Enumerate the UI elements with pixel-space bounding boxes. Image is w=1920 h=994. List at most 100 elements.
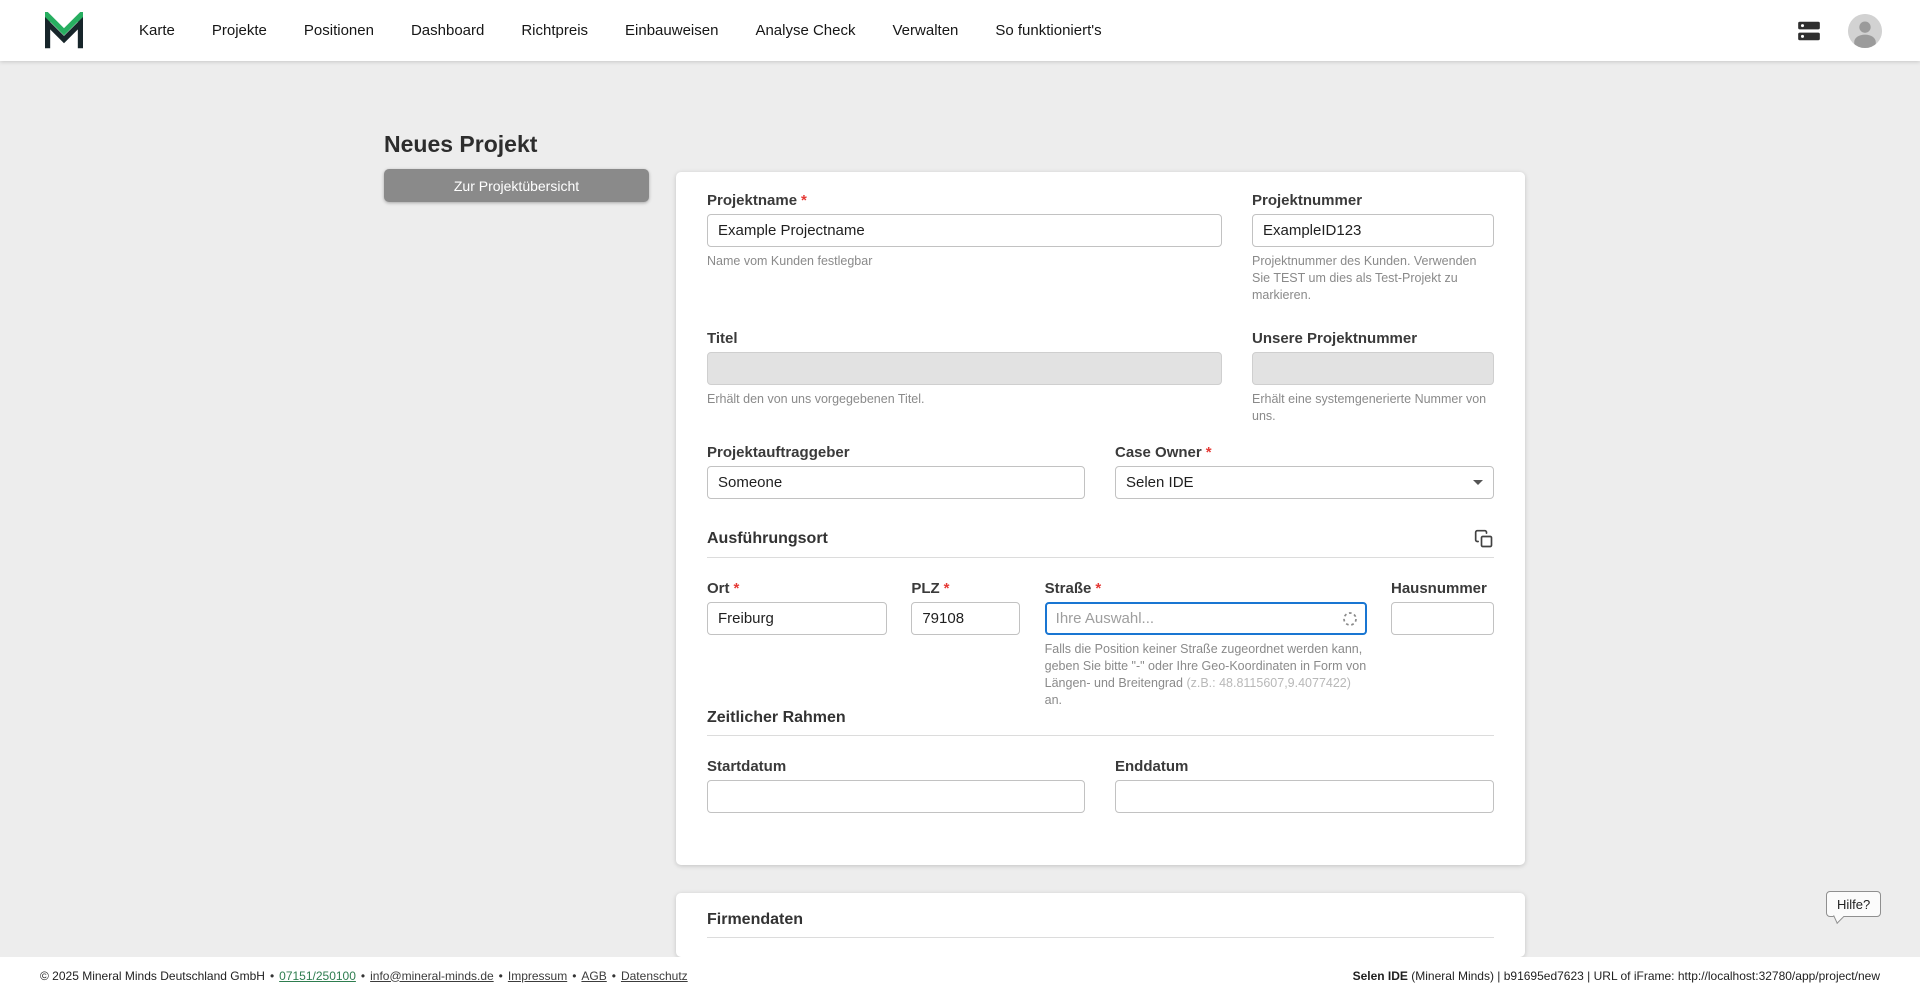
firmendaten-card: Firmendaten	[676, 893, 1525, 957]
nav-item-richtpreis[interactable]: Richtpreis	[521, 22, 588, 39]
strasse-helper: Falls die Position keiner Straße zugeord…	[1045, 641, 1367, 709]
projektname-input[interactable]	[707, 214, 1222, 247]
unsere-projektnummer-helper: Erhält eine systemgenerierte Nummer von …	[1252, 391, 1494, 425]
form-row: Projektauftraggeber Case Owner* Selen ID…	[707, 444, 1494, 499]
plz-field: PLZ*	[911, 580, 1020, 635]
titel-field: Titel Erhält den von uns vorgegebenen Ti…	[707, 330, 1222, 408]
case-owner-select[interactable]: Selen IDE	[1115, 466, 1494, 499]
projektauftraggeber-label: Projektauftraggeber	[707, 444, 1085, 461]
plz-label: PLZ*	[911, 580, 1020, 597]
mineral-minds-logo[interactable]	[45, 12, 83, 50]
projektname-helper: Name vom Kunden festlegbar	[707, 253, 1222, 270]
divider	[707, 937, 1494, 938]
project-overview-button[interactable]: Zur Projektübersicht	[384, 169, 649, 202]
ort-input[interactable]	[707, 602, 887, 635]
footer-separator: •	[499, 969, 503, 983]
required-asterisk: *	[1095, 580, 1101, 597]
case-owner-value: Selen IDE	[1126, 474, 1194, 491]
top-navbar: Karte Projekte Positionen Dashboard Rich…	[0, 0, 1920, 61]
copyright-text: © 2025 Mineral Minds Deutschland GmbH	[40, 969, 265, 983]
ort-label: Ort*	[707, 580, 887, 597]
unsere-projektnummer-input	[1252, 352, 1494, 385]
form-row: Projektname* Name vom Kunden festlegbar …	[707, 192, 1494, 304]
footer-link-datenschutz[interactable]: Datenschutz	[621, 969, 688, 983]
enddatum-field: Enddatum	[1115, 758, 1494, 813]
projektnummer-input[interactable]	[1252, 214, 1494, 247]
projektname-label: Projektname*	[707, 192, 1222, 209]
help-button[interactable]: Hilfe?	[1826, 891, 1881, 917]
strasse-input[interactable]	[1045, 602, 1367, 635]
section-firmendaten-title: Firmendaten	[707, 911, 1494, 929]
section-zeitlicher-rahmen-title: Zeitlicher Rahmen	[707, 709, 846, 727]
footer-link-email[interactable]: info@mineral-minds.de	[370, 969, 494, 983]
nav-item-dashboard[interactable]: Dashboard	[411, 22, 484, 39]
form-row: Ort* PLZ* Straße* Falls die Position kei…	[707, 580, 1494, 709]
footer: © 2025 Mineral Minds Deutschland GmbH • …	[0, 957, 1920, 994]
projektauftraggeber-input[interactable]	[707, 466, 1085, 499]
ort-field: Ort*	[707, 580, 887, 635]
strasse-helper-example: (z.B.: 48.8115607,9.4077422)	[1186, 676, 1350, 690]
strasse-input-wrap	[1045, 602, 1367, 635]
startdatum-field: Startdatum	[707, 758, 1085, 813]
section-ausfuehrungsort-header: Ausführungsort	[707, 529, 1494, 549]
startdatum-label: Startdatum	[707, 758, 1085, 775]
strasse-label: Straße*	[1045, 580, 1367, 597]
plz-input[interactable]	[911, 602, 1020, 635]
form-row: Titel Erhält den von uns vorgegebenen Ti…	[707, 330, 1494, 425]
enddatum-input[interactable]	[1115, 780, 1494, 813]
projektname-field: Projektname* Name vom Kunden festlegbar	[707, 192, 1222, 270]
footer-link-phone[interactable]: 07151/250100	[279, 969, 356, 983]
divider	[707, 557, 1494, 558]
loading-spinner-icon	[1342, 611, 1358, 627]
startdatum-input[interactable]	[707, 780, 1085, 813]
nav-item-so-funktionierts[interactable]: So funktioniert's	[995, 22, 1101, 39]
enddatum-label: Enddatum	[1115, 758, 1494, 775]
strasse-field: Straße* Falls die Position keiner Straße…	[1045, 580, 1367, 709]
footer-session-info: Selen IDE (Mineral Minds) | b91695ed7623…	[1353, 969, 1880, 983]
section-zeitlicher-rahmen-header: Zeitlicher Rahmen	[707, 709, 1494, 727]
footer-separator: •	[361, 969, 365, 983]
hausnummer-field: Hausnummer	[1391, 580, 1494, 635]
chevron-down-icon	[1473, 480, 1483, 485]
titel-input	[707, 352, 1222, 385]
projektauftraggeber-field: Projektauftraggeber	[707, 444, 1085, 499]
divider	[707, 735, 1494, 736]
case-owner-field: Case Owner* Selen IDE	[1115, 444, 1494, 499]
footer-link-agb[interactable]: AGB	[581, 969, 606, 983]
footer-link-impressum[interactable]: Impressum	[508, 969, 567, 983]
footer-separator: •	[572, 969, 576, 983]
logo-icon	[45, 12, 83, 50]
titel-label: Titel	[707, 330, 1222, 347]
hausnummer-input[interactable]	[1391, 602, 1494, 635]
nav-item-karte[interactable]: Karte	[139, 22, 175, 39]
required-asterisk: *	[944, 580, 950, 597]
form-row: Startdatum Enddatum	[707, 758, 1494, 813]
nav-item-einbauweisen[interactable]: Einbauweisen	[625, 22, 718, 39]
footer-left: © 2025 Mineral Minds Deutschland GmbH • …	[40, 969, 688, 983]
nav-item-analyse-check[interactable]: Analyse Check	[755, 22, 855, 39]
footer-separator: •	[270, 969, 274, 983]
nav-item-projekte[interactable]: Projekte	[212, 22, 267, 39]
main-nav: Karte Projekte Positionen Dashboard Rich…	[139, 22, 1102, 39]
footer-session-details: (Mineral Minds) | b91695ed7623 | URL of …	[1408, 969, 1880, 983]
required-asterisk: *	[734, 580, 740, 597]
user-avatar[interactable]	[1848, 14, 1882, 48]
project-form-card: Projektname* Name vom Kunden festlegbar …	[676, 172, 1525, 865]
copy-icon[interactable]	[1474, 529, 1494, 549]
unsere-projektnummer-field: Unsere Projektnummer Erhält eine systemg…	[1252, 330, 1494, 425]
projektnummer-field: Projektnummer Projektnummer des Kunden. …	[1252, 192, 1494, 304]
page-title: Neues Projekt	[384, 131, 537, 158]
nav-item-verwalten[interactable]: Verwalten	[893, 22, 959, 39]
section-ausfuehrungsort-title: Ausführungsort	[707, 530, 828, 548]
unsere-projektnummer-label: Unsere Projektnummer	[1252, 330, 1494, 347]
required-asterisk: *	[801, 192, 807, 209]
server-icon[interactable]	[1794, 18, 1824, 44]
projektnummer-helper: Projektnummer des Kunden. Verwenden Sie …	[1252, 253, 1494, 304]
footer-separator: •	[612, 969, 616, 983]
hausnummer-label: Hausnummer	[1391, 580, 1494, 597]
case-owner-label: Case Owner*	[1115, 444, 1494, 461]
projektnummer-label: Projektnummer	[1252, 192, 1494, 209]
nav-item-positionen[interactable]: Positionen	[304, 22, 374, 39]
footer-user-name: Selen IDE	[1353, 969, 1408, 983]
required-asterisk: *	[1206, 444, 1212, 461]
